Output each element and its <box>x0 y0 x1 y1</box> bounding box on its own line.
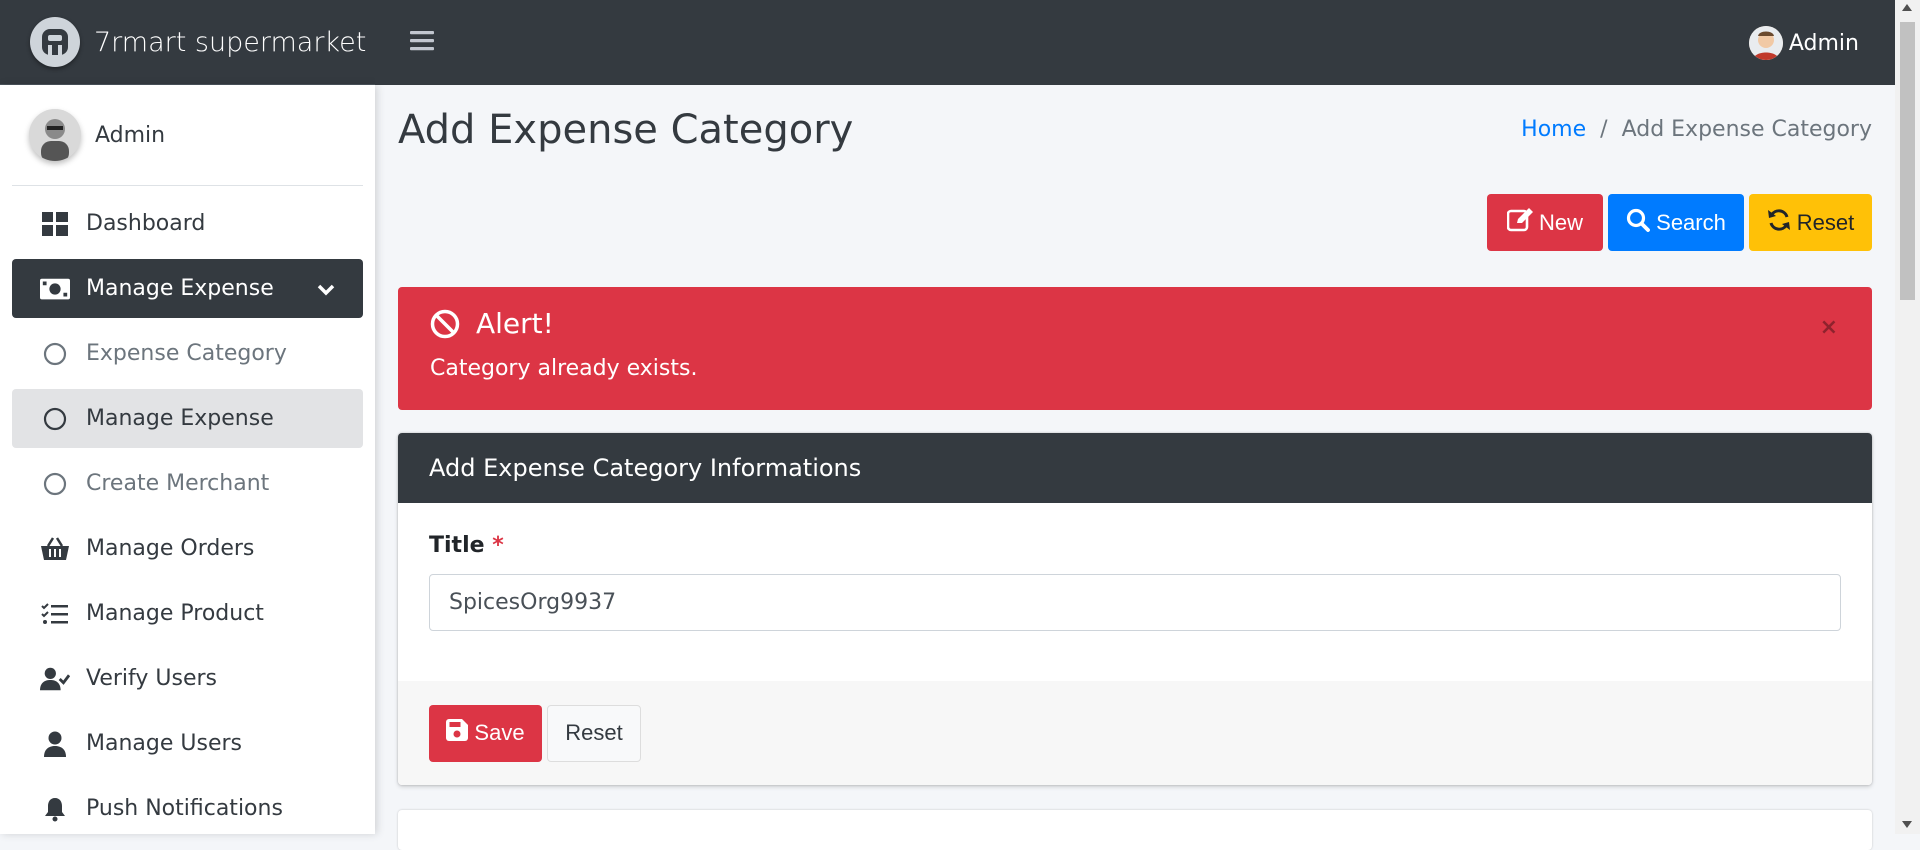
top-user-menu[interactable]: Admin <box>1748 26 1859 60</box>
card-header: Add Expense Category Informations <box>398 433 1872 503</box>
sidebar-item-label: Manage Orders <box>86 536 255 561</box>
sidebar-item-label: Push Notifications <box>86 796 283 821</box>
search-button[interactable]: Search <box>1608 194 1744 251</box>
sidebar-item-label: Manage Users <box>86 731 242 756</box>
sidebar-item-label: Manage Product <box>86 601 264 626</box>
sidebar: Admin Dashboard Manage Expense Expense C… <box>0 85 375 834</box>
breadcrumb-home-link[interactable]: Home <box>1521 117 1586 142</box>
circle-icon <box>40 404 70 434</box>
circle-icon <box>40 469 70 499</box>
new-button[interactable]: New <box>1487 194 1603 251</box>
basket-icon <box>40 534 70 564</box>
page-title: Add Expense Category <box>398 107 854 153</box>
sidebar-user-name: Admin <box>95 122 166 148</box>
sidebar-item-manage-product[interactable]: Manage Product <box>12 584 363 643</box>
alert-danger: Alert! Category already exists. × <box>398 287 1872 410</box>
sidebar-item-label: Dashboard <box>86 211 206 236</box>
save-button-label: Save <box>474 720 525 745</box>
sidebar-item-label: Manage Expense <box>86 406 274 431</box>
sidebar-item-manage-orders[interactable]: Manage Orders <box>12 519 363 578</box>
page-toolbar: New Search Reset <box>1487 194 1872 251</box>
save-icon <box>446 719 469 747</box>
title-label-text: Title <box>429 533 485 558</box>
sidebar-user-panel[interactable]: Admin <box>12 85 363 186</box>
sidebar-item-label: Manage Expense <box>86 276 274 301</box>
sidebar-item-manage-expense-sub[interactable]: Manage Expense <box>12 389 363 448</box>
search-icon <box>1626 208 1651 238</box>
user-check-icon <box>40 664 70 694</box>
sidebar-item-label: Create Merchant <box>86 471 270 496</box>
sync-icon <box>1767 208 1791 238</box>
sidebar-item-expense-category[interactable]: Expense Category <box>12 324 363 383</box>
reset-button-label: Reset <box>1796 209 1855 235</box>
sidebar-item-create-merchant[interactable]: Create Merchant <box>12 454 363 513</box>
form-reset-button[interactable]: Reset <box>547 704 641 762</box>
scrollbar-thumb[interactable] <box>1900 22 1915 300</box>
title-field-label: Title * <box>429 533 1841 558</box>
ban-icon <box>430 309 460 339</box>
hamburger-menu-icon[interactable] <box>410 30 434 56</box>
save-button[interactable]: Save <box>429 704 542 762</box>
sidebar-nav: Dashboard Manage Expense Expense Categor… <box>0 186 375 834</box>
title-input[interactable] <box>429 574 1841 631</box>
list-check-icon <box>40 599 70 629</box>
breadcrumb-current: Add Expense Category <box>1621 117 1872 142</box>
sidebar-item-verify-users[interactable]: Verify Users <box>12 649 363 708</box>
scroll-up-arrow-icon[interactable] <box>1902 4 1912 11</box>
alert-close-button[interactable]: × <box>1820 315 1838 340</box>
sidebar-item-push-notifications[interactable]: Push Notifications <box>12 779 363 834</box>
secondary-card <box>398 810 1872 850</box>
breadcrumb-separator: / <box>1600 117 1608 142</box>
brand-link[interactable]: 7rmart supermarket <box>0 0 375 85</box>
breadcrumb: Home / Add Expense Category <box>1521 117 1872 142</box>
chevron-down-icon <box>317 278 335 303</box>
alert-title: Alert! <box>476 307 554 340</box>
edit-icon <box>1506 207 1533 238</box>
scroll-down-arrow-icon[interactable] <box>1902 821 1912 828</box>
sidebar-item-manage-users[interactable]: Manage Users <box>12 714 363 773</box>
sidebar-item-label: Verify Users <box>86 666 218 691</box>
required-mark: * <box>492 533 504 558</box>
brand-name: 7rmart supermarket <box>94 26 367 58</box>
brand-logo-icon <box>30 17 80 67</box>
sidebar-item-manage-expense[interactable]: Manage Expense <box>12 259 363 318</box>
add-expense-category-card: Add Expense Category Informations Title … <box>398 433 1872 785</box>
dashboard-icon <box>40 209 70 239</box>
card-footer: Save Reset <box>398 681 1872 785</box>
alert-message: Category already exists. <box>430 356 698 381</box>
reset-button[interactable]: Reset <box>1749 194 1872 251</box>
card-body: Title * <box>398 503 1872 657</box>
page-scrollbar[interactable] <box>1895 0 1920 834</box>
circle-icon <box>40 339 70 369</box>
search-button-label: Search <box>1656 209 1726 235</box>
alert-heading: Alert! <box>430 307 1840 340</box>
sidebar-item-dashboard[interactable]: Dashboard <box>12 194 363 253</box>
sidebar-item-label: Expense Category <box>86 341 287 366</box>
avatar <box>29 109 81 161</box>
new-button-label: New <box>1538 209 1583 235</box>
top-avatar <box>1748 26 1783 60</box>
money-bill-icon <box>40 274 70 304</box>
bell-icon <box>40 794 70 824</box>
user-icon <box>40 729 70 759</box>
top-navbar: Admin <box>375 0 1895 85</box>
top-user-name: Admin <box>1788 30 1859 56</box>
